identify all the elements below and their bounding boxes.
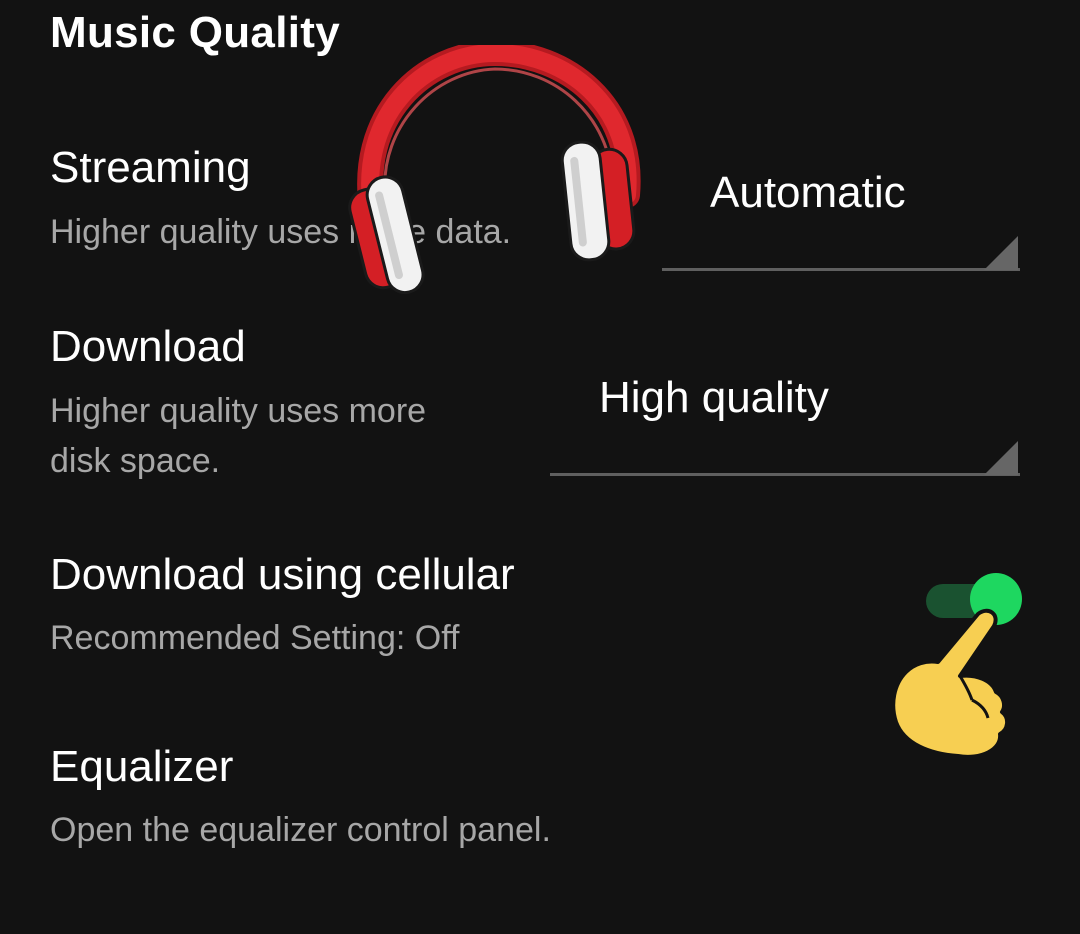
download-quality-value: High quality [599, 373, 829, 422]
headphones-icon [348, 45, 641, 295]
download-quality-dropdown[interactable]: High quality [550, 365, 1022, 480]
dropdown-underline [662, 268, 1020, 271]
dropdown-underline [550, 473, 1020, 476]
dropdown-arrow-icon [984, 236, 1018, 270]
download-cellular-title: Download using cellular [50, 550, 515, 599]
dropdown-arrow-icon [984, 441, 1018, 475]
download-title: Download [50, 322, 246, 371]
streaming-quality-dropdown[interactable]: Automatic [662, 160, 1022, 275]
download-cellular-description: Recommended Setting: Off [50, 619, 460, 657]
streaming-quality-value: Automatic [710, 168, 906, 217]
streaming-title: Streaming [50, 143, 251, 192]
equalizer-title[interactable]: Equalizer [50, 742, 233, 792]
equalizer-description: Open the equalizer control panel. [50, 811, 551, 849]
pointing-hand-icon [891, 608, 1009, 759]
section-title: Music Quality [50, 8, 340, 57]
download-description-line1: Higher quality uses more [50, 392, 427, 430]
download-description-line2: disk space. [50, 442, 221, 480]
